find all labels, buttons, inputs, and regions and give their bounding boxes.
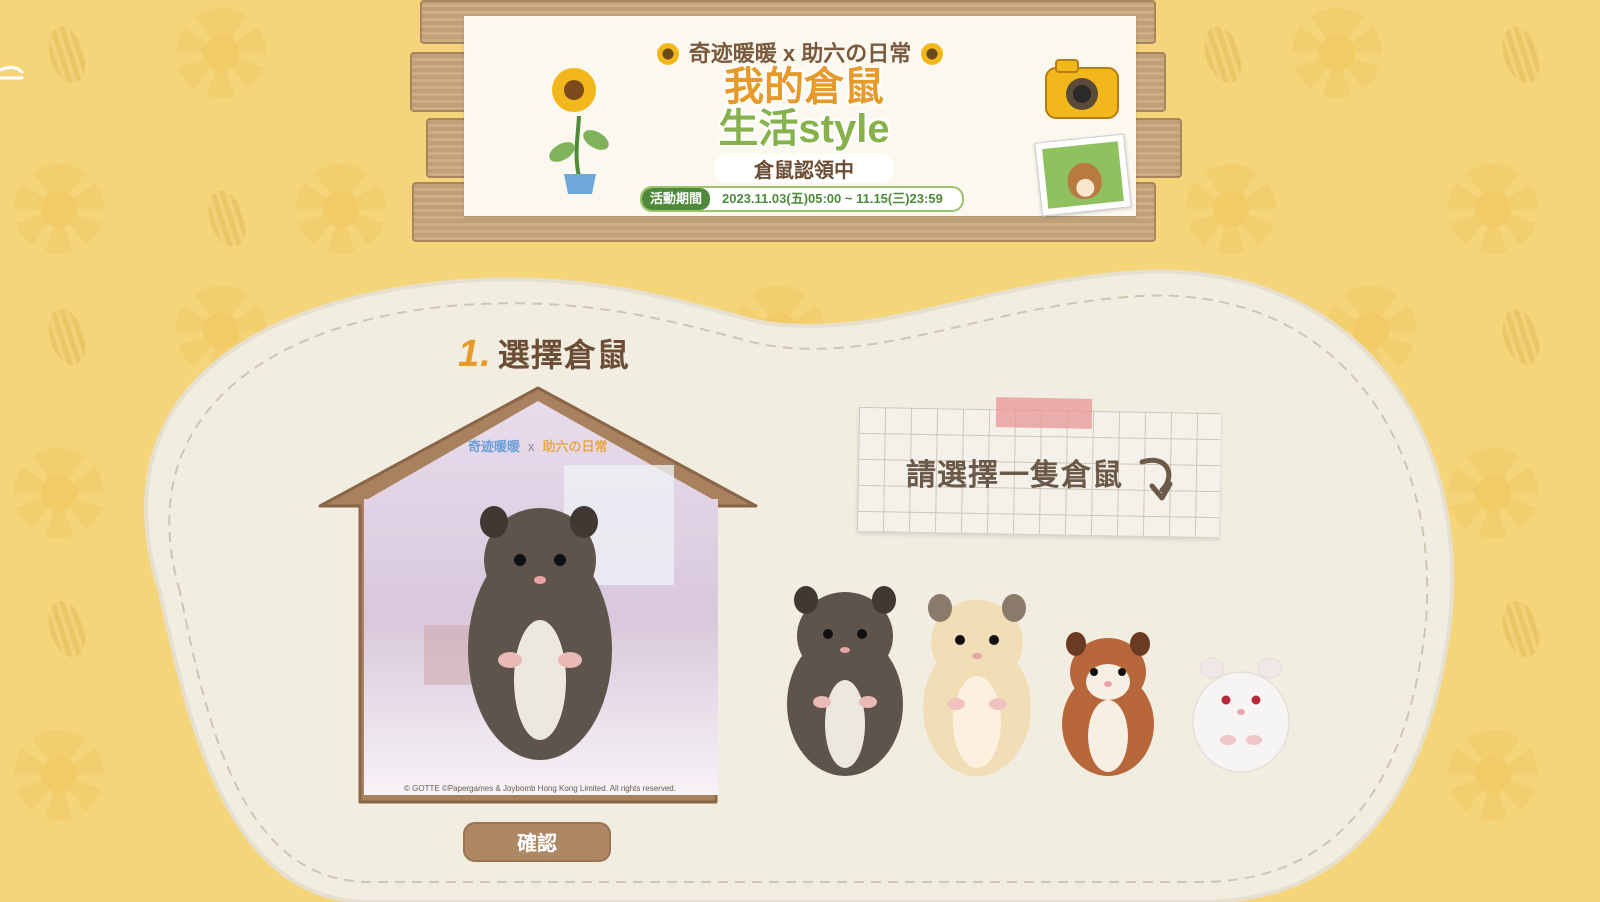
sunflower-icon [656, 43, 679, 65]
hamster-option-cream[interactable] [918, 592, 1036, 778]
camera-icon [1045, 59, 1119, 119]
preview-hamster [468, 506, 612, 760]
collab-logo: 奇迹暖暖 x 助六の日常 [468, 439, 608, 454]
sunflower-pot-icon [549, 68, 609, 194]
confirm-button[interactable]: 確認 [463, 822, 611, 862]
hamster-option-orange[interactable] [1058, 632, 1158, 778]
hamster-preview [364, 401, 718, 795]
step-title: 1. 選擇倉鼠 [458, 333, 630, 375]
copyright-text: © GOTTE ©Papergames & Joybomb Hong Kong … [404, 784, 676, 793]
tape [995, 397, 1093, 429]
banner-title: 我的倉鼠 生活style [718, 65, 890, 151]
hamster-photo [1034, 133, 1132, 217]
event-banner: 奇迹暖暖 x 助六の日常 我的倉鼠 生活style 倉鼠認領中 活動期間 2023… [410, 0, 1182, 244]
instruction-text: 請選擇一隻倉鼠 [906, 459, 1123, 492]
hamster-option-dark-brown[interactable] [782, 584, 908, 778]
hamster-option-white[interactable] [1190, 656, 1292, 774]
banner-subtitle: 倉鼠認領中 [714, 154, 894, 183]
period-label: 活動期間 [642, 188, 711, 210]
period-dates: 2023.11.03(五)05:00 ~ 11.15(三)23:59 [722, 191, 943, 206]
event-period: 活動期間 2023.11.03(五)05:00 ~ 11.15(三)23:59 [640, 186, 964, 212]
curved-arrow-icon [1139, 457, 1173, 501]
sunflower-icon [921, 43, 944, 65]
menu-icon[interactable] [0, 62, 26, 88]
banner-paper: 奇迹暖暖 x 助六の日常 我的倉鼠 生活style 倉鼠認領中 活動期間 2023… [464, 16, 1136, 217]
